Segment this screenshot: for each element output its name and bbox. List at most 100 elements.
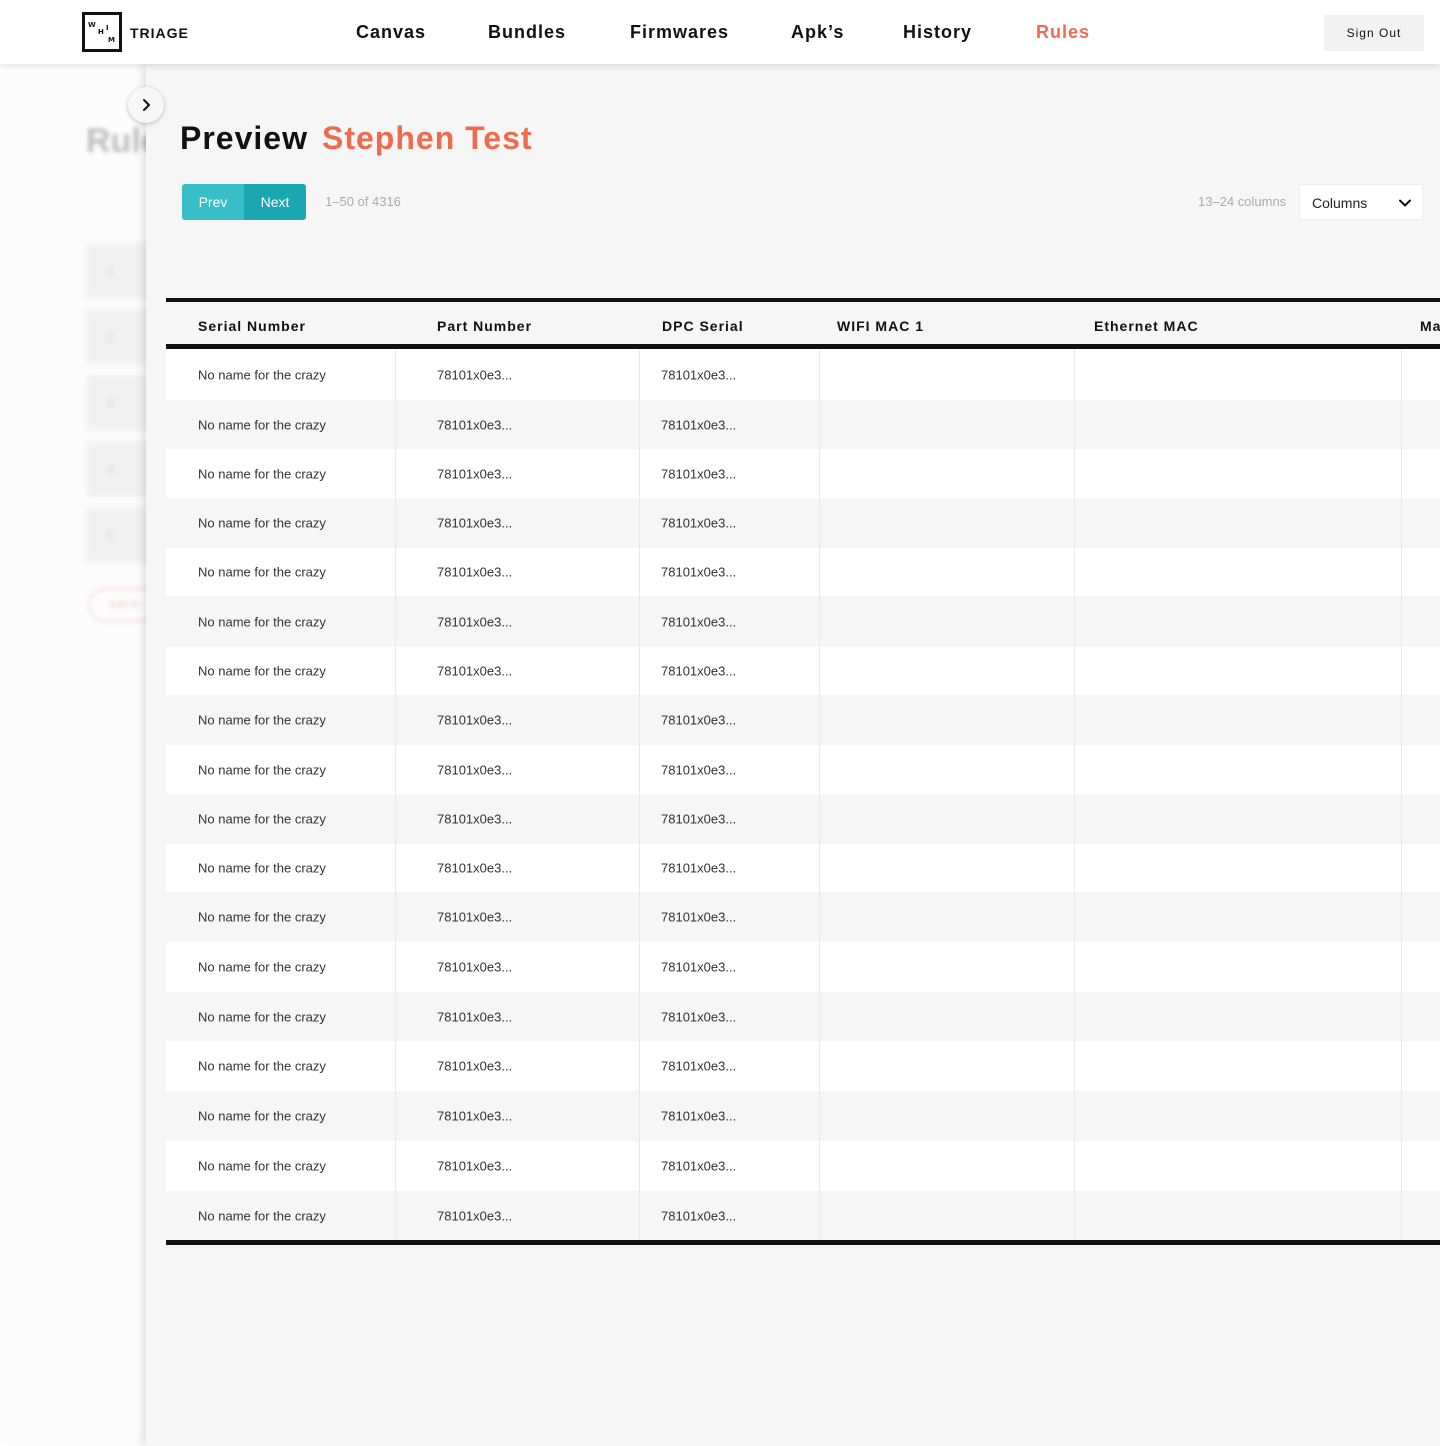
table-cell: 78101x0e3... (396, 449, 640, 498)
table-cell (1075, 349, 1402, 400)
table-cell-text: No name for the crazy (198, 564, 326, 580)
table-row[interactable]: No name for the crazy 78101x0e3... 78101x0… (166, 400, 1440, 449)
next-page-button[interactable]: Next (244, 184, 306, 220)
table-cell: 78101x0e3... (640, 400, 820, 449)
table-cell-text: 78101x0e3... (437, 417, 513, 432)
table-row[interactable]: No name for the crazy 78101x0e3... 78101x0… (166, 1141, 1440, 1191)
table-row[interactable]: No name for the crazy 78101x0e3... 78101x0… (166, 647, 1440, 695)
table-cell-text: No name for the crazy (198, 909, 326, 925)
table-cell-text: 78101x0e3... (437, 466, 513, 481)
table-cell (1075, 1041, 1402, 1091)
table-cell (820, 498, 1075, 548)
background-rule-number: 2 (106, 329, 114, 345)
table-row[interactable]: No name for the crazy 78101x0e3... 78101x0… (166, 349, 1440, 400)
table-cell-text: No name for the crazy (198, 614, 326, 629)
sign-out-button[interactable]: Sign Out (1324, 15, 1424, 51)
table-cell: No name for the crazy (166, 992, 396, 1041)
table-cell-text: 78101x0e3... (437, 663, 513, 679)
table-cell: 78101x0e3... (640, 449, 820, 498)
table-row[interactable]: No name for the crazy 78101x0e3... 78101x0… (166, 1091, 1440, 1141)
table-cell: 78101x0e3... (396, 400, 640, 449)
column-header-truncated[interactable]: Ma (1420, 318, 1440, 334)
pagination-range: 1–50 of 4316 (325, 194, 401, 209)
prev-page-button[interactable]: Prev (182, 184, 244, 220)
table-cell (1402, 498, 1440, 548)
table-cell (1402, 647, 1440, 695)
nav-item-firmwares[interactable]: Firmwares (630, 22, 729, 43)
column-header-ethernet-mac[interactable]: Ethernet MAC (1094, 318, 1199, 334)
table-cell (820, 844, 1075, 892)
table-cell-text: No name for the crazy (198, 1158, 326, 1174)
table-cell: No name for the crazy (166, 794, 396, 844)
nav-item-apks[interactable]: Apk’s (791, 22, 844, 43)
columns-dropdown[interactable]: Columns (1299, 184, 1423, 220)
table-cell-text: 78101x0e3... (661, 564, 737, 580)
table-row[interactable]: No name for the crazy 78101x0e3... 78101x0… (166, 596, 1440, 647)
table-row[interactable]: No name for the crazy 78101x0e3... 78101x0… (166, 794, 1440, 844)
table-row[interactable]: No name for the crazy 78101x0e3... 78101x0… (166, 498, 1440, 548)
table-cell: 78101x0e3... (396, 745, 640, 794)
table-cell-text: 78101x0e3... (661, 959, 737, 975)
table-cell-text: 78101x0e3... (437, 762, 513, 777)
nav-item-bundles[interactable]: Bundles (488, 22, 566, 43)
table-cell-text: 78101x0e3... (661, 663, 737, 679)
table-row[interactable]: No name for the crazy 78101x0e3... 78101x0… (166, 942, 1440, 992)
table-cell: 78101x0e3... (640, 892, 820, 942)
collapse-panel-button[interactable] (128, 87, 164, 123)
table-row[interactable]: No name for the crazy 78101x0e3... 78101x0… (166, 1191, 1440, 1241)
column-header-dpc-serial[interactable]: DPC Serial (662, 318, 744, 334)
table-cell (820, 942, 1075, 992)
table-row[interactable]: No name for the crazy 78101x0e3... 78101x0… (166, 1041, 1440, 1091)
table-bottom-border (166, 1240, 1440, 1245)
table-cell: 78101x0e3... (640, 349, 820, 400)
table-cell (1075, 498, 1402, 548)
table-cell: 78101x0e3... (396, 498, 640, 548)
table-cell-text: 78101x0e3... (661, 1158, 737, 1174)
table-cell (820, 794, 1075, 844)
table-cell (1402, 1041, 1440, 1091)
table-row[interactable]: No name for the crazy 78101x0e3... 78101x0… (166, 548, 1440, 596)
table-cell-text: 78101x0e3... (437, 860, 513, 876)
table-cell: No name for the crazy (166, 892, 396, 942)
table-cell: 78101x0e3... (640, 647, 820, 695)
column-header-serial-number[interactable]: Serial Number (198, 318, 306, 334)
table-cell: No name for the crazy (166, 596, 396, 647)
columns-dropdown-label: Columns (1312, 195, 1368, 211)
table-row[interactable]: No name for the crazy 78101x0e3... 78101x0… (166, 892, 1440, 942)
table-cell (1075, 548, 1402, 596)
table-cell: 78101x0e3... (396, 1191, 640, 1241)
table-cell (1402, 349, 1440, 400)
column-header-wifi-mac[interactable]: WIFI MAC 1 (837, 318, 924, 334)
table-cell (820, 548, 1075, 596)
table-row[interactable]: No name for the crazy 78101x0e3... 78101x0… (166, 844, 1440, 892)
table-cell (1075, 400, 1402, 449)
column-header-part-number[interactable]: Part Number (437, 318, 532, 334)
table-cell-text: 78101x0e3... (661, 909, 737, 925)
table-cell-text: 78101x0e3... (661, 1058, 737, 1074)
table-cell (820, 892, 1075, 942)
table-cell-text: No name for the crazy (198, 712, 326, 728)
background-rule-number: 5 (106, 527, 114, 543)
nav-item-history[interactable]: History (903, 22, 972, 43)
table-cell (1402, 1141, 1440, 1191)
table-cell (1402, 942, 1440, 992)
table-cell: No name for the crazy (166, 942, 396, 992)
table-row[interactable]: No name for the crazy 78101x0e3... 78101x0… (166, 992, 1440, 1041)
table-row[interactable]: No name for the crazy 78101x0e3... 78101x0… (166, 449, 1440, 498)
table-cell-text: 78101x0e3... (661, 614, 737, 629)
table-cell (820, 1091, 1075, 1141)
table-cell (820, 596, 1075, 647)
table-row[interactable]: No name for the crazy 78101x0e3... 78101x0… (166, 745, 1440, 794)
page-subtitle: Stephen Test (322, 120, 533, 156)
table-cell (820, 695, 1075, 745)
background-add-label: Add R (108, 599, 139, 611)
table-cell-text: No name for the crazy (198, 663, 326, 679)
background-rule-number: 3 (106, 395, 114, 411)
table-cell-text: 78101x0e3... (661, 1208, 737, 1224)
table-cell (1402, 794, 1440, 844)
table-cell-text: 78101x0e3... (437, 909, 513, 925)
nav-item-canvas[interactable]: Canvas (356, 22, 426, 43)
table-row[interactable]: No name for the crazy 78101x0e3... 78101x0… (166, 695, 1440, 745)
table-cell (1402, 1091, 1440, 1141)
nav-item-rules[interactable]: Rules (1036, 22, 1090, 43)
